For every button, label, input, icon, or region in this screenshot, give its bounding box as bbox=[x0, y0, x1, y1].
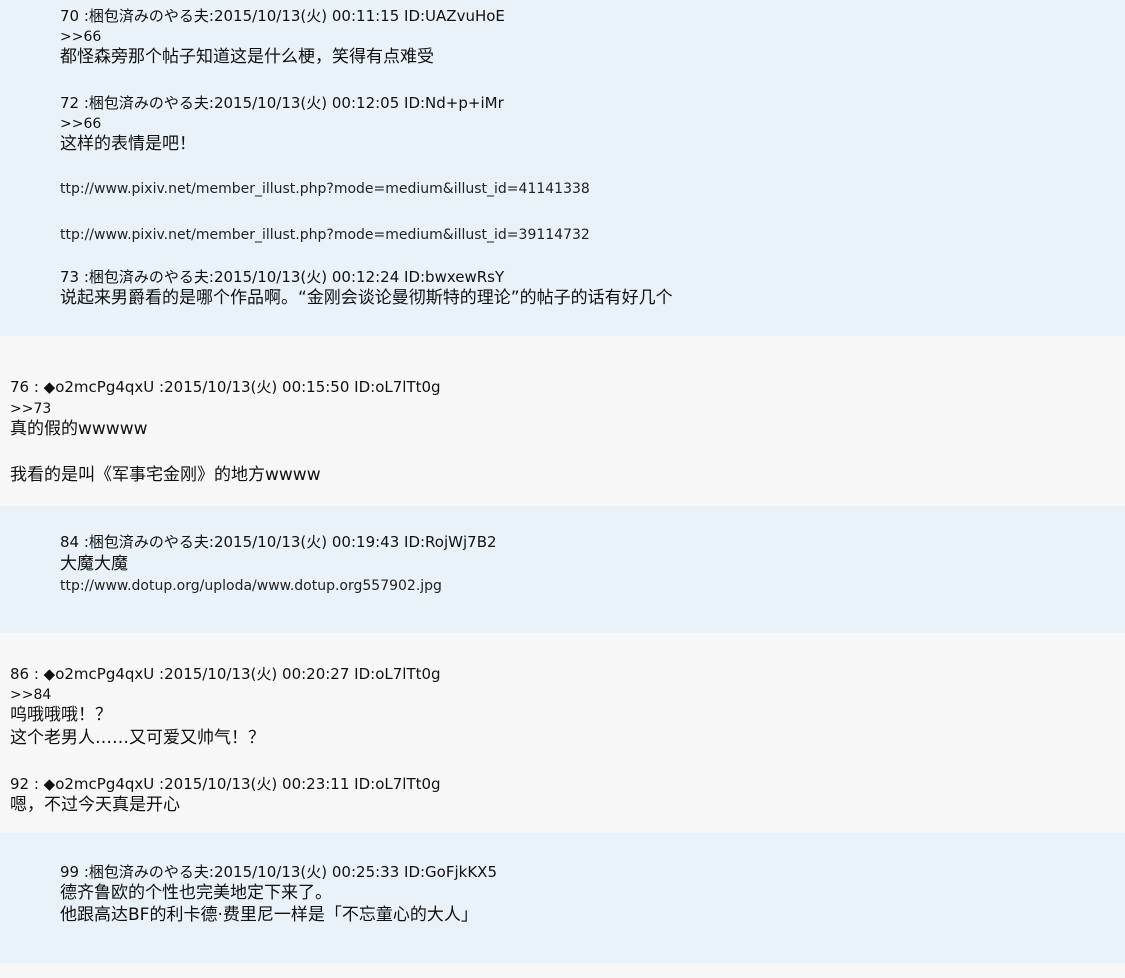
post-text: 都怪森旁那个帖子知道这是什么梗，笑得有点难受 bbox=[60, 47, 434, 67]
trailing-block bbox=[0, 963, 1125, 978]
post-header: 72 :梱包済みのやる夫:2015/10/13(火) 00:12:05 ID:N… bbox=[60, 94, 504, 112]
post-header: 73 :梱包済みのやる夫:2015/10/13(火) 00:12:24 ID:b… bbox=[60, 268, 505, 286]
reply-anchor-link[interactable]: >>84 bbox=[10, 688, 51, 702]
post-text: 嗯，不过今天真是开心 bbox=[10, 795, 180, 815]
post-header: 70 :梱包済みのやる夫:2015/10/13(火) 00:11:15 ID:U… bbox=[60, 7, 505, 25]
post-header: 86 : ◆o2mcPg4qxU :2015/10/13(火) 00:20:27… bbox=[10, 665, 441, 683]
post-text: 我看的是叫《军事宅金刚》的地方wwww bbox=[10, 465, 321, 485]
thread-page: 70 :梱包済みのやる夫:2015/10/13(火) 00:11:15 ID:U… bbox=[0, 0, 1125, 978]
post-header: 92 : ◆o2mcPg4qxU :2015/10/13(火) 00:23:11… bbox=[10, 775, 441, 793]
post-text: 真的假的wwwww bbox=[10, 419, 148, 439]
post-text: 呜哦哦哦！？ bbox=[10, 705, 112, 725]
dotup-url-link[interactable]: ttp://www.dotup.org/uploda/www.dotup.org… bbox=[60, 579, 442, 593]
post-text: 这样的表情是吧！ bbox=[60, 134, 196, 154]
post-text: 德齐鲁欧的个性也完美地定下来了。 bbox=[60, 883, 332, 903]
post-text: 说起来男爵看的是哪个作品啊。“金刚会谈论曼彻斯特的理论”的帖子的话有好几个 bbox=[60, 288, 673, 308]
author-block-1: 76 : ◆o2mcPg4qxU :2015/10/13(火) 00:15:50… bbox=[0, 336, 1125, 506]
quoted-block-2: 84 :梱包済みのやる夫:2015/10/13(火) 00:19:43 ID:R… bbox=[0, 506, 1125, 633]
pixiv-url-link[interactable]: ttp://www.pixiv.net/member_illust.php?mo… bbox=[60, 182, 590, 196]
pixiv-url-link[interactable]: ttp://www.pixiv.net/member_illust.php?mo… bbox=[60, 228, 590, 242]
post-text: 这个老男人……又可爱又帅气！？ bbox=[10, 728, 265, 748]
author-block-2: 86 : ◆o2mcPg4qxU :2015/10/13(火) 00:20:27… bbox=[0, 633, 1125, 833]
quoted-block-1: 70 :梱包済みのやる夫:2015/10/13(火) 00:11:15 ID:U… bbox=[0, 0, 1125, 336]
post-text: 大魔大魔 bbox=[60, 554, 128, 574]
reply-anchor-link[interactable]: >>73 bbox=[10, 402, 51, 416]
post-header: 84 :梱包済みのやる夫:2015/10/13(火) 00:19:43 ID:R… bbox=[60, 533, 497, 551]
post-header: 99 :梱包済みのやる夫:2015/10/13(火) 00:25:33 ID:G… bbox=[60, 863, 497, 881]
post-text: 他跟高达BF的利卡德·费里尼一样是「不忘童心的大人」 bbox=[60, 905, 478, 925]
reply-anchor-link[interactable]: >>66 bbox=[60, 30, 101, 44]
quoted-block-3: 99 :梱包済みのやる夫:2015/10/13(火) 00:25:33 ID:G… bbox=[0, 833, 1125, 963]
reply-anchor-link[interactable]: >>66 bbox=[60, 117, 101, 131]
post-header: 76 : ◆o2mcPg4qxU :2015/10/13(火) 00:15:50… bbox=[10, 378, 441, 396]
